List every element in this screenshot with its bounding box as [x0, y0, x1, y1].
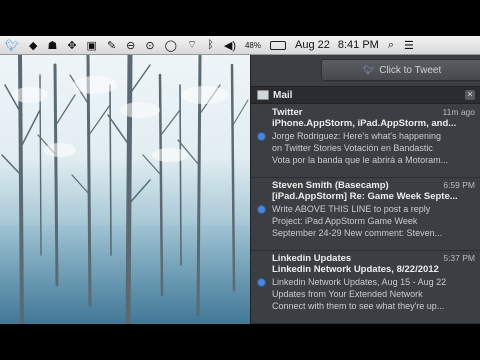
notification-preview-line: Updates from Your Extended Network — [272, 289, 423, 299]
briefcase-icon[interactable]: ▣ — [87, 36, 97, 54]
notification-preview-line: Vota por la banda que le abrirá a Motora… — [272, 155, 449, 165]
paw-icon[interactable]: ✥ — [67, 36, 76, 54]
close-section-icon[interactable]: ✕ — [465, 90, 475, 100]
notification-time: 6:59 PM — [443, 180, 475, 190]
notification-preview-line: Linkedin Network Updates, Aug 15 - Aug 2… — [272, 277, 447, 287]
twitter-bird-icon: 🐦︎ — [362, 64, 375, 75]
twitter-icon[interactable]: 🐦︎ — [5, 36, 19, 54]
winter-trees-illustration — [0, 55, 250, 324]
mail-section-title: Mail — [273, 89, 293, 101]
notification-preview-line: September 24-29 New comment: Steven... — [272, 228, 443, 238]
unread-dot-icon — [257, 205, 266, 214]
notification-preview-line: Project: iPad AppStorm Game Week — [272, 216, 418, 226]
menubar-time[interactable]: 8:41 PM — [338, 39, 379, 51]
notification-time: 11m ago — [442, 107, 475, 117]
notification-time: 5:37 PM — [443, 253, 475, 263]
alarm-icon[interactable]: ⊙ — [145, 36, 154, 54]
spotlight-search-icon[interactable]: ⌕ — [388, 36, 394, 54]
menu-bar: 🐦︎ ◆ ☗ ✥ ▣ ✎ ⊖ ⊙ ◯ ⌔ ᛒ ◀︎) 48% Aug 22 8:… — [0, 36, 480, 55]
notification-sender: Steven Smith (Basecamp) — [272, 180, 389, 191]
notification-subject: iPhone.AppStorm, iPad.AppStorm, and... — [272, 118, 457, 129]
pen-icon[interactable]: ✎ — [107, 36, 116, 54]
notification-preview-line: Write ABOVE THIS LINE to post a reply — [272, 204, 431, 214]
screenshot-frame: 🐦︎ ◆ ☗ ✥ ▣ ✎ ⊖ ⊙ ◯ ⌔ ᛒ ◀︎) 48% Aug 22 8:… — [0, 36, 480, 324]
notification-sender: Twitter — [272, 107, 303, 118]
mail-notification[interactable]: Twitter 11m ago iPhone.AppStorm, iPad.Ap… — [251, 105, 480, 178]
notification-subject: Linkedin Network Updates, 8/22/2012 — [272, 264, 439, 275]
notification-preview-line: on Twitter Stories Votación en Bandastic — [272, 143, 433, 153]
mail-section-header: Mail ✕ — [251, 86, 480, 104]
click-to-tweet-label: Click to Tweet — [379, 64, 442, 76]
unread-dot-icon — [257, 132, 266, 141]
menubar-date[interactable]: Aug 22 — [295, 39, 330, 51]
dropbox-icon[interactable]: ◆ — [29, 36, 37, 54]
mail-notification[interactable]: Linkedin Updates 5:37 PM Linkedin Networ… — [251, 251, 480, 324]
notification-center-icon[interactable]: ☰ — [404, 36, 414, 54]
evernote-icon[interactable]: ☗ — [47, 36, 57, 54]
unread-dot-icon — [257, 278, 266, 287]
notification-center-panel: 🐦︎ Click to Tweet Mail ✕ Twitter 11m ago… — [250, 55, 480, 324]
notification-subject: [iPad.AppStorm] Re: Game Week Septe... — [272, 191, 458, 202]
notification-preview-line: Jorge Rodriguez: Here's what's happening — [272, 131, 442, 141]
mail-notification[interactable]: Steven Smith (Basecamp) 6:59 PM [iPad.Ap… — [251, 178, 480, 251]
chat-bubble-icon[interactable]: ◯ — [165, 36, 177, 54]
battery-icon[interactable] — [270, 36, 286, 54]
bluetooth-icon[interactable]: ᛒ — [207, 36, 214, 54]
battery-percentage: 48% — [244, 40, 261, 50]
click-to-tweet-button[interactable]: 🐦︎ Click to Tweet — [321, 59, 480, 81]
volume-icon[interactable]: ◀︎) — [224, 36, 236, 54]
notification-sender: Linkedin Updates — [272, 253, 352, 264]
mail-app-icon — [257, 90, 269, 100]
desktop-wallpaper — [0, 55, 250, 324]
notification-preview-line: Connect with them to see what they're up… — [272, 301, 445, 311]
clock-icon[interactable]: ⊖ — [126, 36, 135, 54]
wifi-icon[interactable]: ⌔ — [187, 36, 197, 54]
